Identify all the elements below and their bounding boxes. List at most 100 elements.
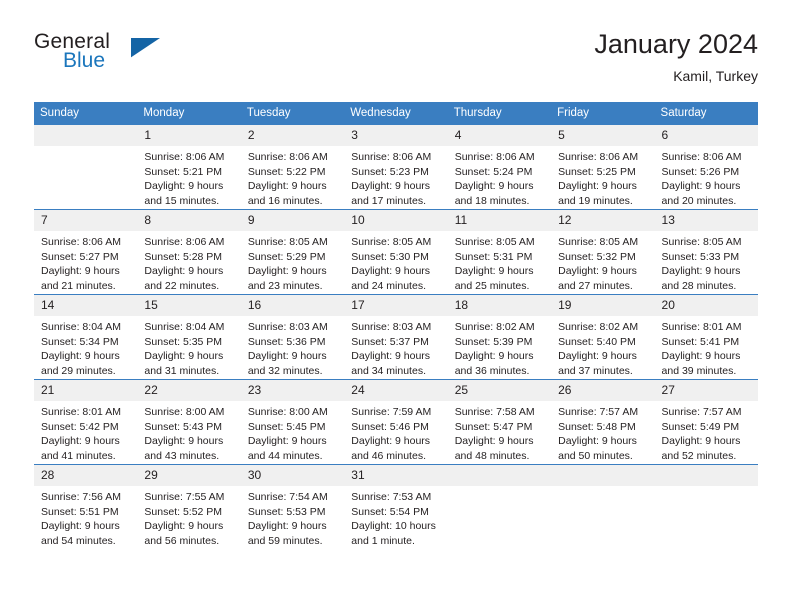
day-details: Sunrise: 8:06 AM Sunset: 5:22 PM Daylight:… <box>241 146 344 208</box>
sunrise-text: Sunrise: 8:06 AM <box>144 236 225 248</box>
calendar-day-cell[interactable]: 10 Sunrise: 8:05 AM Sunset: 5:30 PM Dayligh… <box>344 209 448 295</box>
daylight-text-line2: and 41 minutes. <box>41 449 116 462</box>
day-details: Sunrise: 8:05 AM Sunset: 5:32 PM Daylight:… <box>551 231 654 293</box>
calendar-day-cell[interactable]: 28 Sunrise: 7:56 AM Sunset: 5:51 PM Dayligh… <box>34 464 138 549</box>
day-number: 27 <box>654 380 758 401</box>
day-details: Sunrise: 8:05 AM Sunset: 5:33 PM Daylight:… <box>655 231 758 293</box>
daylight-text-line1: Daylight: 9 hours <box>454 180 534 193</box>
sunset-text: Sunset: 5:51 PM <box>41 505 119 518</box>
page-title: January 2024 <box>594 29 758 59</box>
calendar-header-row: Sunday Monday Tuesday Wednesday Thursday Frid… <box>34 102 758 125</box>
sunset-text: Sunset: 5:48 PM <box>558 420 636 433</box>
day-details: Sunrise: 7:58 AM Sunset: 5:47 PM Daylight:… <box>448 401 551 463</box>
day-number: 14 <box>34 295 138 316</box>
daylight-text-line1: Daylight: 9 hours <box>558 435 637 448</box>
calendar-day-cell[interactable]: 23 Sunrise: 8:00 AM Sunset: 5:45 PM Dayligh… <box>240 379 345 465</box>
calendar-day-cell[interactable]: 15 Sunrise: 8:04 AM Sunset: 5:35 PM Dayligh… <box>137 294 241 380</box>
daylight-text-line2: and 59 minutes. <box>247 534 323 547</box>
day-number: 24 <box>344 380 448 401</box>
calendar-cell-empty <box>34 125 138 210</box>
sunrise-text: Sunrise: 8:05 AM <box>454 236 535 248</box>
sunset-text: Sunset: 5:49 PM <box>661 420 740 433</box>
sunrise-text: Sunrise: 8:06 AM <box>247 151 328 163</box>
calendar-week-row: 21 Sunrise: 8:01 AM Sunset: 5:42 PM Dayligh… <box>34 379 758 465</box>
day-number: 19 <box>551 295 655 316</box>
calendar-day-cell[interactable]: 14 Sunrise: 8:04 AM Sunset: 5:34 PM Dayligh… <box>34 294 138 380</box>
day-details: Sunrise: 7:54 AM Sunset: 5:53 PM Daylight:… <box>241 486 344 548</box>
sunrise-text: Sunrise: 7:53 AM <box>351 491 432 503</box>
day-number <box>551 465 655 486</box>
calendar-day-cell[interactable]: 17 Sunrise: 8:03 AM Sunset: 5:37 PM Dayligh… <box>344 294 448 380</box>
sunset-text: Sunset: 5:32 PM <box>558 250 636 263</box>
calendar-day-cell[interactable]: 7 Sunrise: 8:06 AM Sunset: 5:27 PM Daylight… <box>34 209 138 295</box>
sunrise-text: Sunrise: 8:02 AM <box>558 321 639 333</box>
sunrise-text: Sunrise: 8:06 AM <box>661 151 742 163</box>
day-number: 16 <box>240 295 345 316</box>
sunrise-text: Sunrise: 8:01 AM <box>661 321 742 333</box>
sunset-text: Sunset: 5:37 PM <box>351 335 429 348</box>
daylight-text-line1: Daylight: 9 hours <box>247 180 327 193</box>
calendar-day-cell[interactable]: 4 Sunrise: 8:06 AM Sunset: 5:24 PM Daylight… <box>447 125 552 210</box>
day-number: 22 <box>137 380 241 401</box>
daylight-text-line2: and 16 minutes. <box>247 194 323 207</box>
calendar-day-cell[interactable]: 30 Sunrise: 7:54 AM Sunset: 5:53 PM Dayligh… <box>240 464 345 549</box>
sunset-text: Sunset: 5:31 PM <box>454 250 533 263</box>
calendar-day-cell[interactable]: 20 Sunrise: 8:01 AM Sunset: 5:41 PM Dayligh… <box>654 294 758 380</box>
calendar-day-cell[interactable]: 12 Sunrise: 8:05 AM Sunset: 5:32 PM Dayligh… <box>551 209 655 295</box>
sunset-text: Sunset: 5:54 PM <box>351 505 429 518</box>
sunrise-text: Sunrise: 7:55 AM <box>144 491 225 503</box>
logo-flag-icon <box>130 38 160 58</box>
sunrise-text: Sunrise: 8:05 AM <box>661 236 742 248</box>
calendar-day-cell[interactable]: 6 Sunrise: 8:06 AM Sunset: 5:26 PM Daylight… <box>654 125 758 210</box>
weekday-header-tuesday: Tuesday <box>240 102 345 125</box>
calendar-day-cell[interactable]: 29 Sunrise: 7:55 AM Sunset: 5:52 PM Dayligh… <box>137 464 241 549</box>
calendar-week-row: 28 Sunrise: 7:56 AM Sunset: 5:51 PM Dayligh… <box>34 464 758 549</box>
daylight-text-line1: Daylight: 9 hours <box>454 350 534 363</box>
logo-divider <box>129 36 131 68</box>
daylight-text-line2: and 52 minutes. <box>661 449 737 462</box>
calendar-day-cell[interactable]: 1 Sunrise: 8:06 AM Sunset: 5:21 PM Daylight… <box>137 125 241 210</box>
sunrise-text: Sunrise: 8:06 AM <box>41 236 121 248</box>
calendar-day-cell[interactable]: 22 Sunrise: 8:00 AM Sunset: 5:43 PM Dayligh… <box>137 379 241 465</box>
sunset-text: Sunset: 5:46 PM <box>351 420 429 433</box>
sunrise-text: Sunrise: 7:57 AM <box>558 406 639 418</box>
calendar-day-cell[interactable]: 11 Sunrise: 8:05 AM Sunset: 5:31 PM Dayligh… <box>447 209 552 295</box>
day-details: Sunrise: 8:00 AM Sunset: 5:45 PM Daylight:… <box>241 401 344 463</box>
day-number: 4 <box>447 125 552 146</box>
calendar-day-cell[interactable]: 18 Sunrise: 8:02 AM Sunset: 5:39 PM Dayligh… <box>447 294 552 380</box>
weekday-header-saturday: Saturday <box>654 102 758 125</box>
daylight-text-line1: Daylight: 9 hours <box>351 350 431 363</box>
sunrise-text: Sunrise: 8:05 AM <box>351 236 432 248</box>
calendar-day-cell[interactable]: 19 Sunrise: 8:02 AM Sunset: 5:40 PM Dayligh… <box>551 294 655 380</box>
calendar-day-cell[interactable]: 3 Sunrise: 8:06 AM Sunset: 5:23 PM Daylight… <box>344 125 448 210</box>
calendar-day-cell[interactable]: 5 Sunrise: 8:06 AM Sunset: 5:25 PM Daylight… <box>551 125 655 210</box>
day-details: Sunrise: 7:57 AM Sunset: 5:49 PM Daylight:… <box>655 401 758 463</box>
day-number: 5 <box>551 125 655 146</box>
calendar-day-cell[interactable]: 24 Sunrise: 7:59 AM Sunset: 5:46 PM Dayligh… <box>344 379 448 465</box>
calendar-day-cell[interactable]: 13 Sunrise: 8:05 AM Sunset: 5:33 PM Dayligh… <box>654 209 758 295</box>
sunrise-text: Sunrise: 7:56 AM <box>41 491 121 503</box>
calendar-day-cell[interactable]: 21 Sunrise: 8:01 AM Sunset: 5:42 PM Dayligh… <box>34 379 138 465</box>
calendar-day-cell[interactable]: 27 Sunrise: 7:57 AM Sunset: 5:49 PM Dayligh… <box>654 379 758 465</box>
calendar-day-cell[interactable]: 25 Sunrise: 7:58 AM Sunset: 5:47 PM Dayligh… <box>447 379 552 465</box>
logo-text-blue: Blue <box>63 49 106 72</box>
daylight-text-line1: Daylight: 9 hours <box>144 265 224 278</box>
page-subtitle: Kamil, Turkey <box>673 68 758 84</box>
calendar-day-cell[interactable]: 2 Sunrise: 8:06 AM Sunset: 5:22 PM Daylight… <box>240 125 345 210</box>
sunset-text: Sunset: 5:42 PM <box>41 420 119 433</box>
calendar-day-cell[interactable]: 26 Sunrise: 7:57 AM Sunset: 5:48 PM Dayligh… <box>551 379 655 465</box>
day-number: 18 <box>447 295 552 316</box>
sunset-text: Sunset: 5:53 PM <box>247 505 326 518</box>
calendar-day-cell[interactable]: 31 Sunrise: 7:53 AM Sunset: 5:54 PM Dayligh… <box>344 464 448 549</box>
day-number: 25 <box>447 380 552 401</box>
daylight-text-line2: and 17 minutes. <box>351 194 426 207</box>
calendar-body: 1 Sunrise: 8:06 AM Sunset: 5:21 PM Daylight… <box>34 125 758 549</box>
day-number: 7 <box>34 210 138 231</box>
sunset-text: Sunset: 5:21 PM <box>144 165 223 178</box>
day-number: 31 <box>344 465 448 486</box>
sunrise-text: Sunrise: 7:59 AM <box>351 406 432 418</box>
day-details: Sunrise: 8:03 AM Sunset: 5:37 PM Daylight:… <box>344 316 447 378</box>
calendar-day-cell[interactable]: 9 Sunrise: 8:05 AM Sunset: 5:29 PM Daylight… <box>240 209 345 295</box>
calendar-day-cell[interactable]: 8 Sunrise: 8:06 AM Sunset: 5:28 PM Daylight… <box>137 209 241 295</box>
calendar-day-cell[interactable]: 16 Sunrise: 8:03 AM Sunset: 5:36 PM Dayligh… <box>240 294 345 380</box>
